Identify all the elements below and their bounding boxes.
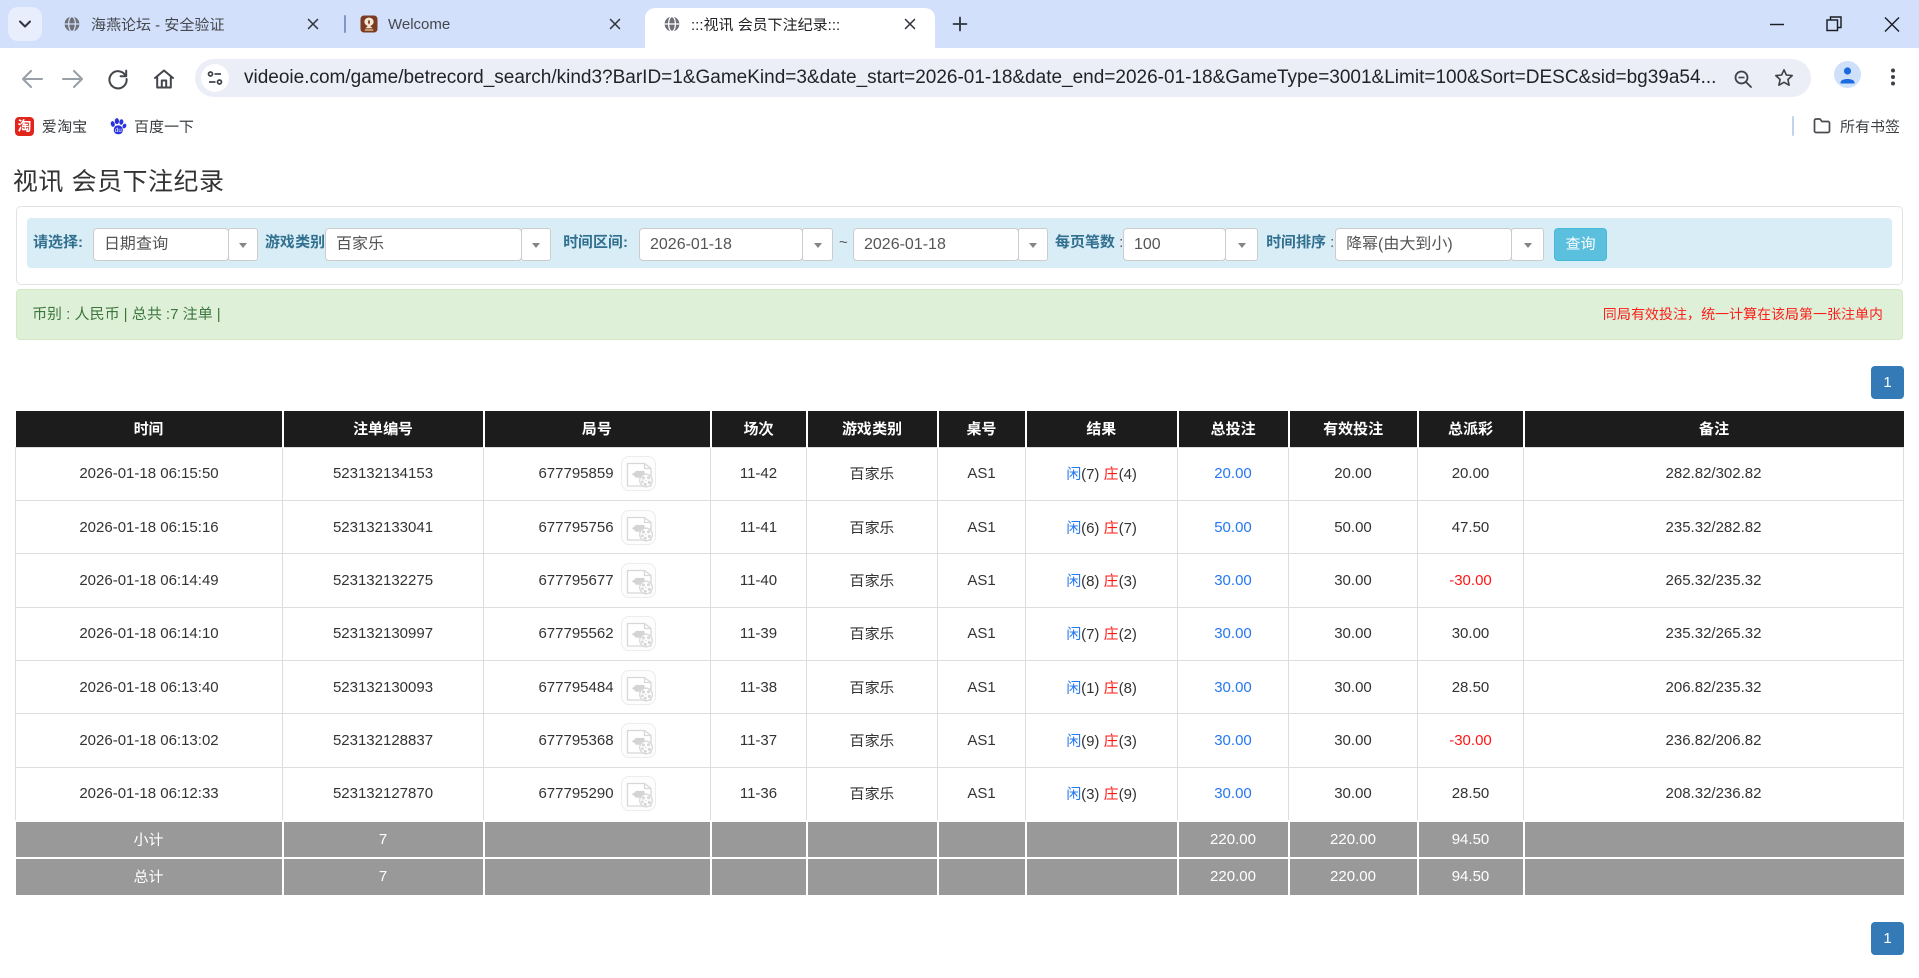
svg-text:du: du bbox=[115, 127, 122, 134]
